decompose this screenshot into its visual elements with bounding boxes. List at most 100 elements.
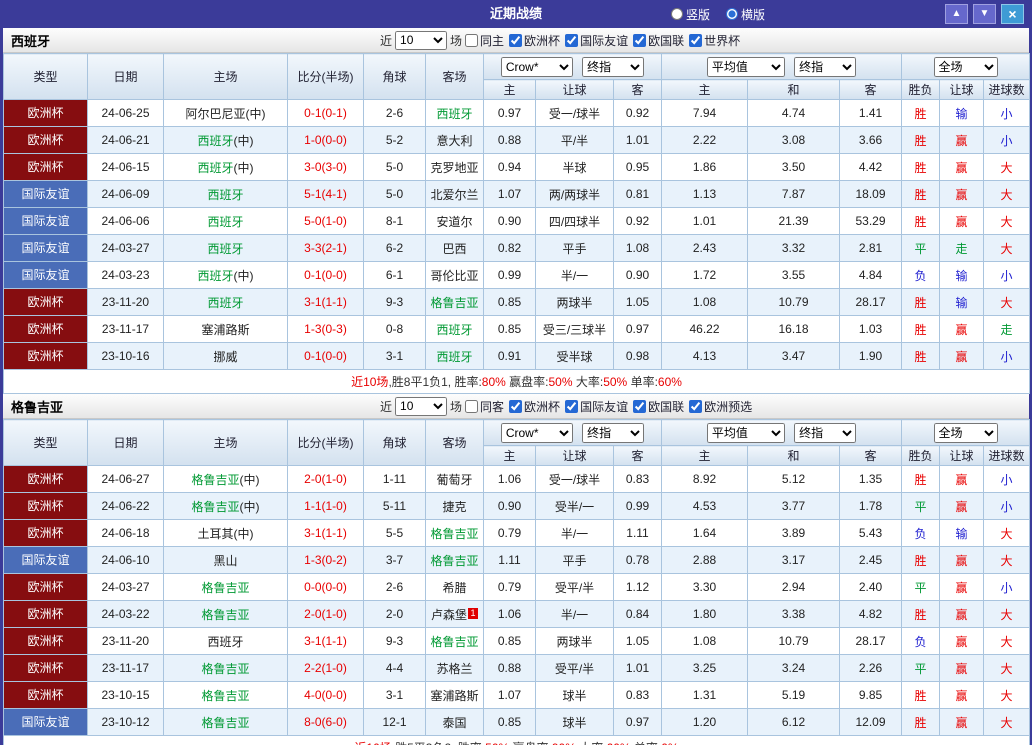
same-venue-checkbox[interactable] [465,34,478,47]
vertical-radio[interactable] [671,8,683,20]
odds-stage-select[interactable]: 终指 [582,57,644,77]
result-text: 平 [914,662,926,676]
scope-select[interactable]: 全场 [934,57,998,77]
goals-cell: 大 [984,628,1030,655]
league-filter[interactable]: 世界杯 [689,32,740,49]
sub-header-handicap: 让球 [536,446,614,466]
away-team-name: 格鲁吉亚 [430,296,478,310]
odds-home-cell: 1.06 [484,466,536,493]
cover-text: 赢 [955,581,967,595]
odds-stage-select-2[interactable]: 终指 [794,57,856,77]
league-checkbox[interactable] [633,34,646,47]
avg-away-cell: 1.90 [840,343,902,370]
home-team-name: 格鲁吉亚 [201,662,249,676]
horizontal-radio[interactable] [726,8,738,20]
avg-home-cell: 4.13 [662,343,748,370]
result-cell: 胜 [902,709,940,736]
league-filter[interactable]: 欧洲杯 [509,32,560,49]
odds-stage-select-2[interactable]: 终指 [794,423,856,443]
home-team-cell: 西班牙 [164,289,288,316]
goals-cell: 小 [984,262,1030,289]
cover-text: 赢 [955,608,967,622]
competition-badge: 欧洲杯 [4,574,87,600]
away-team-cell: 捷克 [426,493,484,520]
scope-select[interactable]: 全场 [934,423,998,443]
score-cell: 4-0(0-0) [288,682,364,709]
league-filter[interactable]: 国际友谊 [565,32,628,49]
odds-away-cell: 1.01 [614,655,662,682]
goals-text: 大 [1001,608,1013,622]
result-cell: 胜 [902,682,940,709]
cover-text: 输 [955,527,967,541]
league-filter[interactable]: 欧洲杯 [509,398,560,415]
home-team-name: 西班牙 [207,635,243,649]
avg-draw-cell: 3.89 [748,520,840,547]
odds-home-cell: 0.99 [484,262,536,289]
summary-text: 近10场,胜5平3负2, 胜率:50% 赢盘率:90% 大率:60% 单率:0% [354,741,678,745]
corner-cell: 1-11 [364,466,426,493]
league-filter[interactable]: 国际友谊 [565,398,628,415]
same-venue-filter[interactable]: 同客 [465,398,504,415]
match-count-select[interactable]: 10 [395,31,447,50]
league-filter[interactable]: 欧国联 [633,398,684,415]
home-team-cell: 西班牙 [164,181,288,208]
horizontal-layout-option[interactable]: 横版 [726,6,765,23]
league-checkbox[interactable] [565,34,578,47]
away-team-cell: 格鲁吉亚 [426,628,484,655]
summary-text-part: ,胜8平1负1, 胜率: [388,375,481,389]
odds-stage-select[interactable]: 终指 [582,423,644,443]
goals-cell: 大 [984,655,1030,682]
league-checkbox[interactable] [565,400,578,413]
score-cell: 3-3(2-1) [288,235,364,262]
away-team-name: 格鲁吉亚 [430,635,478,649]
vertical-layout-option[interactable]: 竖版 [671,6,710,23]
corner-cell: 2-6 [364,100,426,127]
down-arrow-icon: ▼ [980,8,990,19]
league-checkbox[interactable] [509,400,522,413]
away-team-name: 捷克 [442,500,466,514]
filter-bar: 近 10 场 同客 欧洲杯 [377,397,757,416]
same-venue-filter[interactable]: 同主 [465,32,504,49]
odds-away-cell: 0.98 [614,343,662,370]
result-text: 胜 [914,473,926,487]
bookmaker-select[interactable]: Crow* [501,57,573,77]
league-label: 欧国联 [648,398,684,415]
cover-cell: 赢 [940,316,984,343]
average-select[interactable]: 平均值 [707,423,785,443]
cover-cell: 赢 [940,208,984,235]
match-count-select[interactable]: 10 [395,397,447,416]
close-button[interactable]: × [1001,4,1024,24]
type-cell: 国际友谊 [4,709,88,736]
league-filter-group: 欧洲杯 国际友谊 欧国联 [509,398,757,415]
league-filter[interactable]: 欧国联 [633,32,684,49]
date-cell: 24-06-21 [88,127,164,154]
date-cell: 23-11-20 [88,628,164,655]
type-cell: 欧洲杯 [4,289,88,316]
league-checkbox[interactable] [689,400,702,413]
competition-badge: 欧洲杯 [4,655,87,681]
away-team-cell: 希腊 [426,574,484,601]
move-up-button[interactable]: ▲ [945,4,968,24]
home-team-cell: 格鲁吉亚 [164,709,288,736]
odds-away-cell: 0.99 [614,493,662,520]
same-venue-checkbox[interactable] [465,400,478,413]
summary-text-part: 赢盘率: [506,375,549,389]
odds-away-cell: 0.90 [614,262,662,289]
cover-cell: 输 [940,262,984,289]
move-down-button[interactable]: ▼ [973,4,996,24]
type-cell: 国际友谊 [4,181,88,208]
corner-cell: 4-4 [364,655,426,682]
away-team-name: 安道尔 [436,215,472,229]
vertical-label: 竖版 [686,6,710,23]
league-checkbox[interactable] [689,34,702,47]
league-checkbox[interactable] [509,34,522,47]
bookmaker-select[interactable]: Crow* [501,423,573,443]
avg-home-cell: 1.13 [662,181,748,208]
home-team-cell: 格鲁吉亚 [164,601,288,628]
date-cell: 24-06-10 [88,547,164,574]
match-row: 欧洲杯 23-10-15 格鲁吉亚 4-0(0-0) 3-1 塞浦路斯 1.07… [4,682,1030,709]
average-select[interactable]: 平均值 [707,57,785,77]
league-checkbox[interactable] [633,400,646,413]
league-filter[interactable]: 欧洲预选 [689,398,752,415]
result-text: 胜 [914,554,926,568]
